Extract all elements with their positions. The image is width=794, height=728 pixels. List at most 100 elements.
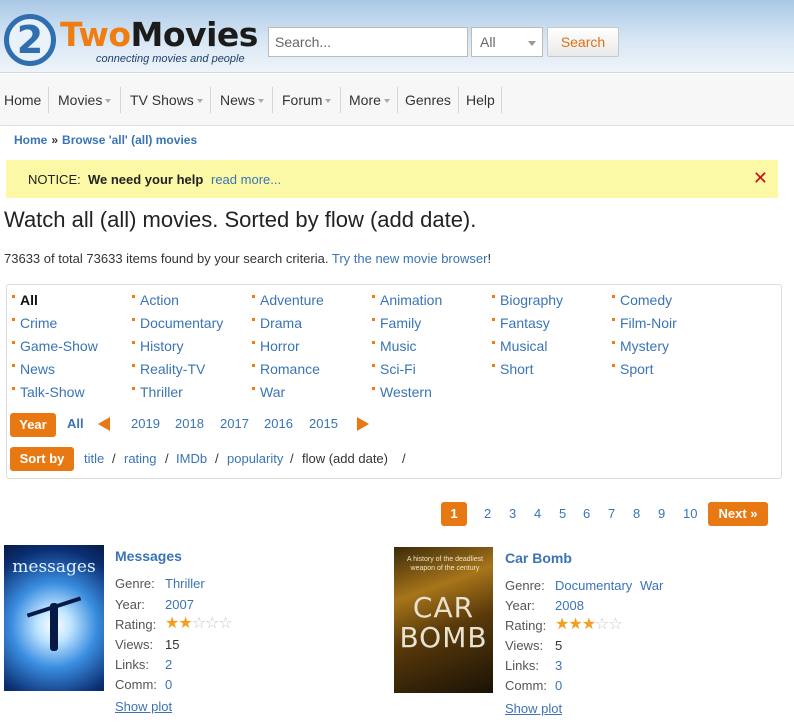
genre-link-reality-tv[interactable]: Reality-TV [132, 361, 205, 377]
genre-link-documentary[interactable]: Documentary [132, 315, 223, 331]
comments-count[interactable]: 0 [555, 678, 562, 693]
year-all-link[interactable]: All [67, 416, 84, 431]
star-empty-icon[interactable]: ☆ [205, 615, 219, 632]
year-link[interactable]: 2015 [309, 416, 338, 431]
genre-link-family[interactable]: Family [372, 315, 421, 331]
page-link[interactable]: 2 [484, 502, 491, 526]
notice-read-more-link[interactable]: read more... [211, 172, 281, 187]
new-browser-link[interactable]: Try the new movie browser [332, 251, 488, 266]
star-empty-icon[interactable]: ☆ [595, 616, 609, 633]
genre-link-romance[interactable]: Romance [252, 361, 320, 377]
genre-link-talk-show[interactable]: Talk-Show [12, 384, 85, 400]
sort-popularity-link[interactable]: popularity [227, 451, 283, 466]
genre-link-western[interactable]: Western [372, 384, 432, 400]
page-link[interactable]: 3 [509, 502, 516, 526]
nav-help[interactable]: Help [462, 74, 499, 126]
site-logo[interactable]: 2 TwoMovies connecting movies and people [4, 10, 258, 66]
genre-link-news[interactable]: News [12, 361, 55, 377]
genre-link-war[interactable]: War [252, 384, 285, 400]
year-link[interactable]: 2007 [165, 597, 194, 612]
arrow-left-icon[interactable] [98, 417, 110, 431]
genre-link-fantasy[interactable]: Fantasy [492, 315, 550, 331]
page-link[interactable]: 5 [559, 502, 566, 526]
star-empty-icon[interactable]: ☆ [608, 616, 622, 633]
comments-count[interactable]: 0 [165, 677, 172, 692]
bullet-icon [132, 387, 135, 390]
bullet-icon [132, 318, 135, 321]
genre-link-action[interactable]: Action [132, 292, 179, 308]
show-plot-link[interactable]: Show plot [115, 699, 172, 714]
genre-link-horror[interactable]: Horror [252, 338, 300, 354]
search-button[interactable]: Search [547, 27, 619, 57]
chevron-down-icon [383, 99, 390, 104]
star-filled-icon[interactable]: ★ [555, 616, 569, 633]
search-type-select[interactable]: All [471, 27, 543, 57]
year-link[interactable]: 2019 [131, 416, 160, 431]
filter-panel [6, 284, 782, 479]
page-current[interactable]: 1 [441, 502, 467, 526]
nav-tv-shows[interactable]: TV Shows [126, 74, 207, 126]
next-page-button[interactable]: Next » [708, 502, 768, 526]
sort-rating-link[interactable]: rating [124, 451, 157, 466]
sort-imdb-link[interactable]: IMDb [176, 451, 207, 466]
nav-movies[interactable]: Movies [54, 74, 115, 126]
page-link[interactable]: 7 [608, 502, 615, 526]
links-count[interactable]: 3 [555, 658, 562, 673]
chevron-down-icon [528, 41, 536, 46]
arrow-right-icon[interactable] [357, 417, 369, 431]
star-filled-icon[interactable]: ★ [582, 616, 596, 633]
star-empty-icon[interactable]: ☆ [192, 615, 206, 632]
year-link[interactable]: 2016 [264, 416, 293, 431]
genre-link[interactable]: Documentary [555, 578, 632, 593]
genre-link-music[interactable]: Music [372, 338, 417, 354]
star-filled-icon[interactable]: ★ [178, 615, 192, 632]
genre-link-short[interactable]: Short [492, 361, 533, 377]
star-filled-icon[interactable]: ★ [165, 615, 179, 632]
genre-link-comedy[interactable]: Comedy [612, 292, 672, 308]
page-link[interactable]: 10 [683, 502, 697, 526]
movie-title-link[interactable]: Car Bomb [505, 550, 572, 566]
genre-link-history[interactable]: History [132, 338, 184, 354]
genre-link-musical[interactable]: Musical [492, 338, 547, 354]
genre-link-animation[interactable]: Animation [372, 292, 442, 308]
genre-link-adventure[interactable]: Adventure [252, 292, 324, 308]
genre-link-film-noir[interactable]: Film-Noir [612, 315, 677, 331]
genre-link-game-show[interactable]: Game-Show [12, 338, 98, 354]
bullet-icon [252, 295, 255, 298]
genre-link-drama[interactable]: Drama [252, 315, 302, 331]
star-empty-icon[interactable]: ☆ [218, 615, 232, 632]
movie-poster[interactable]: A history of the deadliest weapon of the… [394, 547, 493, 693]
breadcrumb-current[interactable]: Browse 'all' (all) movies [62, 133, 197, 147]
nav-news[interactable]: News [216, 74, 268, 126]
year-link[interactable]: 2018 [175, 416, 204, 431]
nav-forum[interactable]: Forum [278, 74, 335, 126]
genre-link-mystery[interactable]: Mystery [612, 338, 669, 354]
movie-title-link[interactable]: Messages [115, 548, 182, 564]
genre-link[interactable]: Thriller [165, 576, 205, 591]
genre-link-biography[interactable]: Biography [492, 292, 563, 308]
breadcrumb-home[interactable]: Home [14, 133, 47, 147]
page-link[interactable]: 4 [534, 502, 541, 526]
close-icon[interactable]: ✕ [753, 168, 768, 189]
star-filled-icon[interactable]: ★ [568, 616, 582, 633]
nav-home[interactable]: Home [0, 74, 45, 126]
genre-link-all[interactable]: All [12, 292, 38, 308]
genre-link-sci-fi[interactable]: Sci-Fi [372, 361, 416, 377]
movie-poster[interactable]: messages [4, 545, 104, 691]
search-input[interactable] [268, 27, 468, 57]
page-link[interactable]: 9 [658, 502, 665, 526]
year-link[interactable]: 2017 [220, 416, 249, 431]
chevron-down-icon [105, 99, 112, 104]
genre-link-crime[interactable]: Crime [12, 315, 57, 331]
sort-title-link[interactable]: title [84, 451, 104, 466]
nav-genres[interactable]: Genres [401, 74, 455, 126]
genre-link-thriller[interactable]: Thriller [132, 384, 183, 400]
nav-more[interactable]: More [345, 74, 394, 126]
year-link[interactable]: 2008 [555, 598, 584, 613]
page-link[interactable]: 6 [583, 502, 590, 526]
links-count[interactable]: 2 [165, 657, 172, 672]
genre-link-sport[interactable]: Sport [612, 361, 653, 377]
show-plot-link[interactable]: Show plot [505, 701, 562, 716]
genre-link[interactable]: War [640, 578, 663, 593]
page-link[interactable]: 8 [633, 502, 640, 526]
